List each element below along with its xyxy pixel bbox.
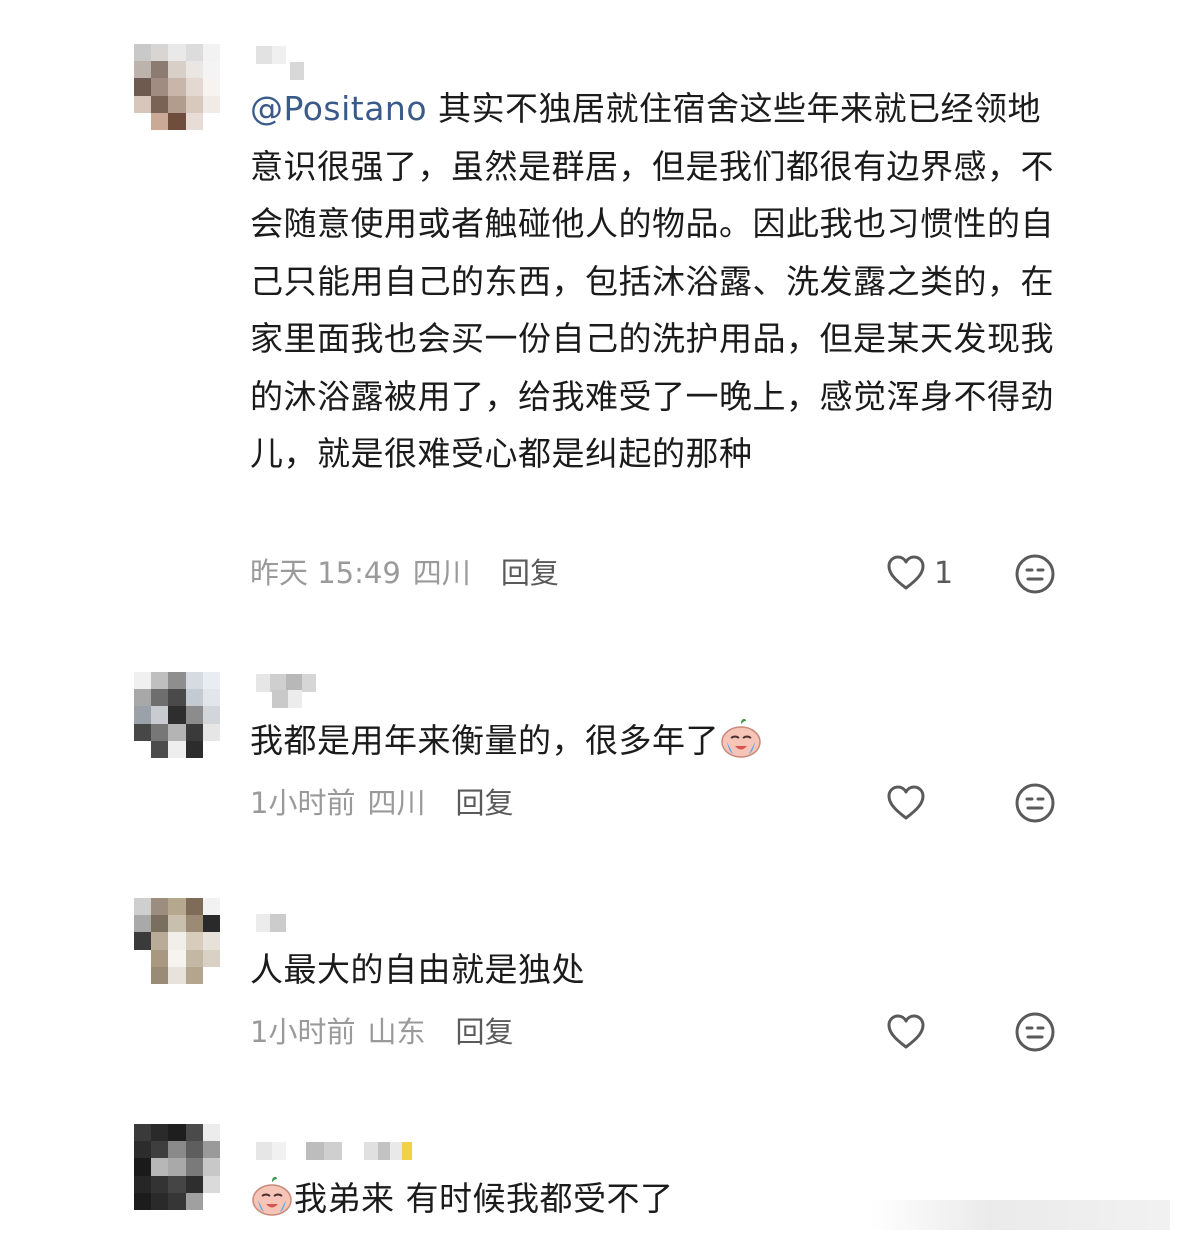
reply-button[interactable]: 回复: [501, 550, 559, 592]
username-blurred-2: [272, 690, 302, 708]
mention-link[interactable]: @Positano: [250, 89, 427, 128]
username-blurred[interactable]: [256, 1142, 412, 1160]
avatar[interactable]: [134, 1124, 220, 1210]
watermark-overlay: [870, 1200, 1170, 1230]
like-button[interactable]: [886, 782, 934, 824]
timestamp: 1小时前: [250, 1015, 356, 1049]
avatar[interactable]: [134, 44, 220, 130]
smiley-face-icon[interactable]: [1014, 782, 1056, 824]
comment-meta: 1小时前 山东 回复: [250, 1010, 513, 1050]
location: 山东: [367, 1015, 426, 1049]
comment-text: 人最大的自由就是独处: [250, 941, 1070, 999]
like-button[interactable]: [886, 1011, 934, 1053]
comment-text-body: 我弟来 有时候我都受不了: [294, 1179, 674, 1218]
reply-button[interactable]: 回复: [455, 780, 513, 822]
crying-face-emoji: [252, 1176, 292, 1216]
reply-button[interactable]: 回复: [455, 1009, 513, 1051]
like-count: 1: [934, 555, 954, 591]
like-button[interactable]: 1: [886, 552, 953, 594]
timestamp: 1小时前: [250, 786, 356, 820]
timestamp: 昨天 15:49: [250, 556, 401, 590]
comment-text: 我都是用年来衡量的，很多年了: [250, 712, 1070, 770]
comment-meta: 1小时前 四川 回复: [250, 781, 513, 821]
comment-text-body: 我都是用年来衡量的，很多年了: [250, 721, 719, 760]
comment-text-body: 人最大的自由就是独处: [250, 950, 585, 989]
smiley-face-icon[interactable]: [1014, 553, 1056, 595]
heart-outline-icon: [887, 1014, 925, 1049]
avatar[interactable]: [134, 672, 220, 758]
comment-text: @Positano 其实不独居就住宿舍这些年来就已经领地意识很强了，虽然是群居，…: [250, 80, 1070, 483]
location: 四川: [367, 786, 426, 820]
heart-outline-icon: [887, 555, 925, 590]
comment-meta: 昨天 15:49 四川 回复: [250, 551, 559, 591]
location: 四川: [412, 556, 471, 590]
avatar[interactable]: [134, 898, 220, 984]
username-blurred-2: [290, 62, 304, 80]
comment-text-body: 其实不独居就住宿舍这些年来就已经领地意识很强了，虽然是群居，但是我们都很有边界感…: [250, 89, 1054, 473]
username-blurred[interactable]: [256, 914, 286, 932]
smiley-face-icon[interactable]: [1014, 1011, 1056, 1053]
username-blurred[interactable]: [256, 46, 286, 64]
heart-outline-icon: [887, 785, 925, 820]
crying-face-emoji: [721, 718, 761, 758]
